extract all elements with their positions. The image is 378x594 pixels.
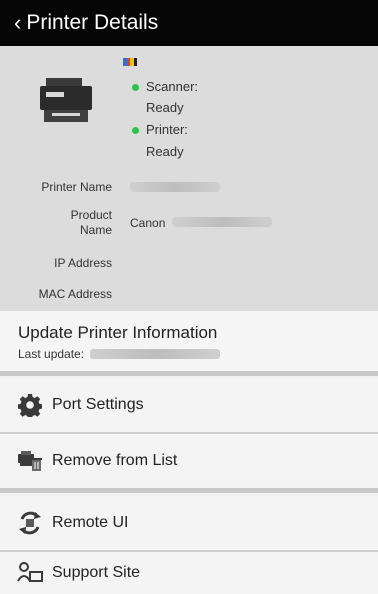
remove-from-list-label: Remove from List: [52, 452, 178, 469]
scanner-status-value: Ready: [146, 100, 184, 115]
update-printer-info-button[interactable]: Update Printer Information Last update:: [0, 311, 378, 371]
chevron-left-icon: ‹: [14, 10, 22, 35]
remove-printer-icon: [16, 447, 44, 475]
mac-address-label: MAC Address: [38, 287, 112, 301]
page-title: Printer Details: [26, 11, 159, 34]
scanner-status-label: Scanner:: [146, 79, 199, 94]
section-divider: [0, 371, 378, 376]
printer-name-value: [130, 182, 220, 192]
update-title: Update Printer Information: [18, 323, 218, 342]
product-name-label-line1: Product: [70, 208, 112, 222]
gear-icon: [16, 391, 44, 419]
last-update-value: [90, 349, 220, 359]
last-update-label: Last update:: [18, 347, 85, 361]
support-site-label: Support Site: [52, 564, 141, 581]
printer-name-label: Printer Name: [41, 180, 112, 194]
support-site-button[interactable]: Support Site: [0, 552, 378, 594]
port-settings-label: Port Settings: [52, 396, 144, 413]
remove-from-list-button[interactable]: Remove from List: [0, 434, 378, 488]
product-name-model-value: [172, 217, 272, 227]
scanner-status-dot: [132, 84, 139, 91]
printer-device-icon: [40, 78, 92, 122]
ip-address-label: IP Address: [54, 256, 112, 270]
back-button[interactable]: ‹ Printer Details: [0, 0, 158, 46]
printer-info-panel: Scanner: Ready Printer: Ready Printer Na…: [0, 46, 378, 311]
section-divider: [0, 488, 378, 493]
ink-level-icon: [123, 58, 137, 66]
remote-ui-icon: [16, 509, 44, 537]
support-site-icon: [16, 559, 44, 587]
port-settings-button[interactable]: Port Settings: [0, 378, 378, 432]
printer-status-value: Ready: [146, 144, 184, 159]
remote-ui-button[interactable]: Remote UI: [0, 496, 378, 550]
product-name-label-line2: Name: [79, 223, 112, 237]
remote-ui-label: Remote UI: [52, 514, 129, 531]
product-name-value: Canon: [130, 216, 166, 230]
printer-status-label: Printer:: [146, 122, 188, 137]
printer-status-dot: [132, 127, 139, 134]
title-bar: ‹ Printer Details: [0, 0, 378, 46]
